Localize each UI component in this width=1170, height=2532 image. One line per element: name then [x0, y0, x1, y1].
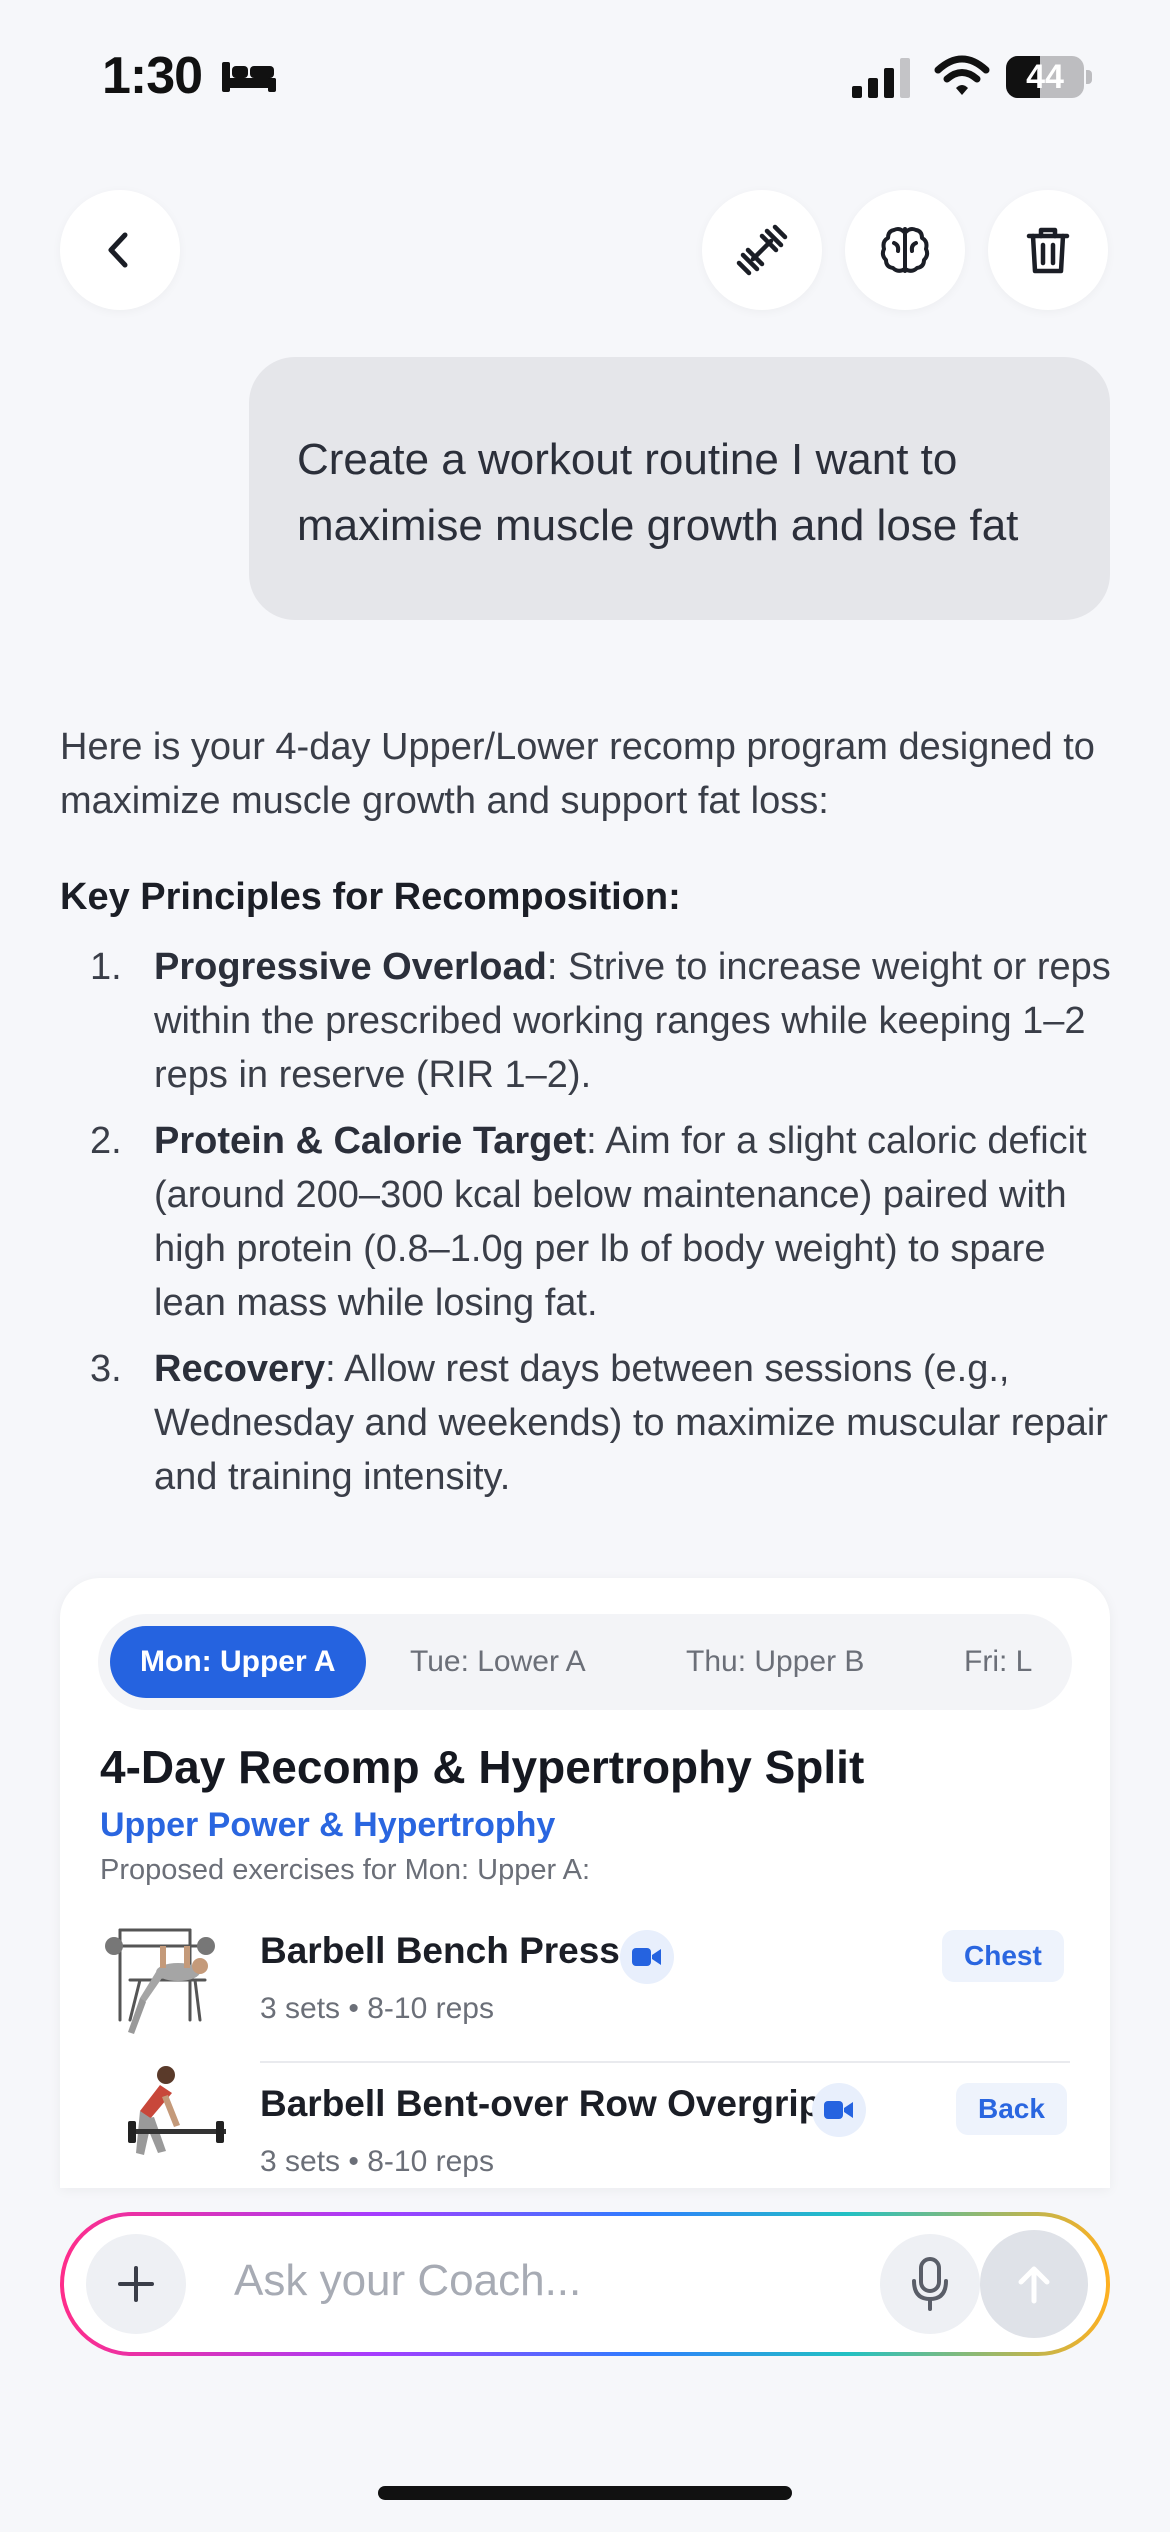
tab-tue-lower-a[interactable]: Tue: Lower A — [380, 1626, 616, 1698]
day-tabs: Mon: Upper A Tue: Lower A Thu: Upper B F… — [98, 1614, 1072, 1710]
status-time: 1:30 — [102, 47, 203, 105]
exercise-sets-reps: 3 sets • 8-10 reps — [260, 2145, 494, 2178]
card-caption: Proposed exercises for Mon: Upper A: — [100, 1854, 591, 1886]
battery-indicator: 44 — [1006, 56, 1092, 98]
assistant-intro: Here is your 4-day Upper/Lower recomp pr… — [60, 726, 1095, 822]
principle-item: 3. Recovery: Allow rest days between sess… — [90, 1348, 1108, 1498]
tab-thu-upper-b[interactable]: Thu: Upper B — [656, 1626, 894, 1698]
card-subtitle: Upper Power & Hypertrophy — [100, 1806, 556, 1844]
chat-input-bar: Ask your Coach... — [60, 2212, 1110, 2356]
video-camera-icon — [824, 2101, 853, 2119]
user-message-bubble: Create a workout routine I want to maxim… — [249, 357, 1110, 620]
status-bar: 1:30 44 — [0, 0, 1170, 150]
exercise-name: Barbell Bench Press — [260, 1930, 620, 1971]
microphone-button[interactable] — [880, 2234, 980, 2334]
arrow-up-icon — [1018, 2266, 1050, 2304]
home-indicator — [378, 2486, 792, 2500]
dumbbell-icon — [736, 224, 788, 276]
exercise-thumbnail-bench-press — [105, 1928, 215, 2034]
wifi-icon — [934, 55, 990, 95]
brain-icon — [880, 227, 930, 273]
assistant-message: Here is your 4-day Upper/Lower recomp pr… — [60, 720, 1120, 1516]
message-input[interactable]: Ask your Coach... — [234, 2256, 581, 2306]
exercise-video-button[interactable] — [812, 2083, 866, 2137]
bed-icon — [222, 62, 276, 92]
exercise-sets-reps: 3 sets • 8-10 reps — [260, 1992, 494, 2025]
microphone-icon — [912, 2257, 948, 2311]
add-attachment-button[interactable] — [86, 2234, 186, 2334]
trash-icon — [1026, 227, 1070, 274]
memory-button[interactable] — [845, 190, 965, 310]
principle-item: 2. Protein & Calorie Target: Aim for a sl… — [90, 1120, 1087, 1324]
back-button[interactable] — [60, 190, 180, 310]
principles-title: Key Principles for Recomposition: — [60, 876, 681, 918]
exercise-thumbnail-bent-over-row — [128, 2066, 226, 2155]
principles-list: 1. Progressive Overload: Strive to increa… — [60, 940, 1120, 1504]
delete-button[interactable] — [988, 190, 1108, 310]
muscle-group-badge: Back — [956, 2083, 1067, 2135]
exercise-row[interactable]: Barbell Bench Press Chest 3 sets • 8-10 … — [60, 1910, 1110, 2063]
exercise-name: Barbell Bent-over Row Overgrip — [260, 2083, 822, 2124]
workout-button[interactable] — [702, 190, 822, 310]
chevron-left-icon — [108, 232, 128, 268]
workout-plan-card: Mon: Upper A Tue: Lower A Thu: Upper B F… — [60, 1578, 1110, 2188]
plus-icon — [118, 2266, 154, 2302]
send-button[interactable] — [980, 2230, 1088, 2338]
principle-item: 1. Progressive Overload: Strive to increa… — [90, 946, 1111, 1096]
exercise-row[interactable]: Barbell Bent-over Row Overgrip Back 3 se… — [60, 2063, 1110, 2188]
tab-fri[interactable]: Fri: L — [934, 1626, 1062, 1698]
battery-level: 44 — [1026, 58, 1064, 96]
tab-mon-upper-a[interactable]: Mon: Upper A — [110, 1626, 366, 1698]
muscle-group-badge: Chest — [942, 1930, 1064, 1982]
card-title: 4-Day Recomp & Hypertrophy Split — [100, 1741, 865, 1793]
exercise-video-button[interactable] — [620, 1930, 674, 1984]
video-camera-icon — [632, 1948, 661, 1966]
cellular-signal-icon — [852, 58, 910, 98]
